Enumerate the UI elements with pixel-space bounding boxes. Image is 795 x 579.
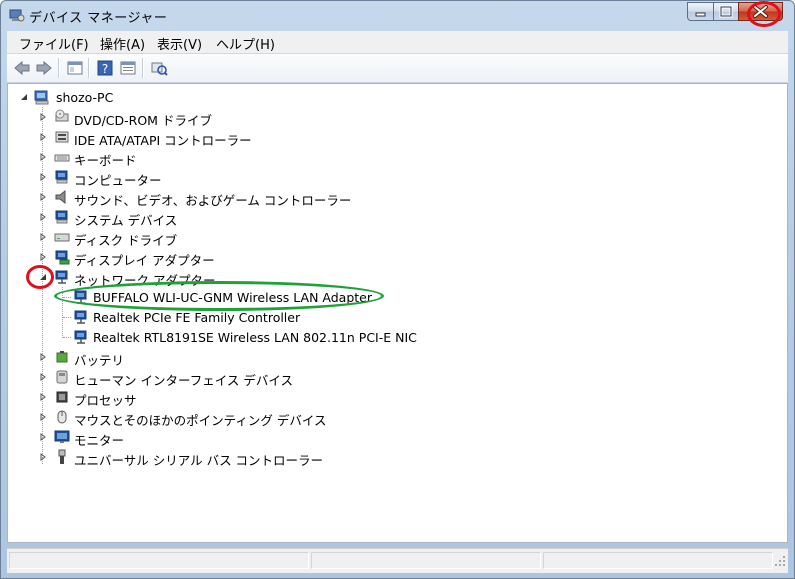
maximize-button[interactable]: [713, 2, 739, 21]
tree-category-system[interactable]: システム デバイス: [16, 207, 416, 228]
tree-category-ide[interactable]: IDE ATA/ATAPI コントローラー: [16, 127, 416, 148]
tree-category-disk[interactable]: ディスク ドライブ: [16, 227, 416, 248]
tree-category-label: ユニバーサル シリアル バス コントローラー: [74, 453, 324, 468]
disk-drive-icon: [54, 233, 70, 242]
menu-file[interactable]: ファイル(F): [19, 34, 89, 53]
battery-icon: [56, 351, 68, 363]
expand-arrow-icon[interactable]: [39, 153, 47, 161]
status-cell: [543, 552, 773, 569]
expand-arrow-icon[interactable]: [39, 113, 47, 121]
network-adapter-icon: [74, 330, 87, 344]
computer-icon: [34, 90, 49, 105]
tree-root[interactable]: shozo-PC: [16, 87, 216, 107]
toolbar: ?: [7, 54, 788, 83]
network-adapter-icon: [74, 310, 87, 324]
svg-text:?: ?: [102, 62, 108, 76]
expand-arrow-annotation-circle: [26, 265, 54, 289]
menu-view[interactable]: 表示(V): [157, 34, 202, 53]
maximize-icon: [719, 5, 733, 18]
toolbar-separator: [58, 58, 60, 78]
toolbar-separator: [88, 58, 90, 78]
title-bar[interactable]: デバイス マネージャー: [1, 1, 794, 31]
menu-help[interactable]: ヘルプ(H): [216, 34, 275, 53]
tree-category-mouse[interactable]: マウスとそのほかのポインティング デバイス: [16, 407, 416, 428]
expand-arrow-icon[interactable]: [39, 373, 47, 381]
ide-controller-icon: [55, 131, 69, 143]
expand-arrow-icon[interactable]: [39, 193, 47, 201]
toolbar-separator: [142, 58, 144, 78]
dvd-drive-icon: [55, 109, 69, 122]
console-tree-icon[interactable]: [66, 59, 84, 77]
buffalo-adapter-annotation-ellipse: [54, 281, 384, 311]
usb-icon: [58, 449, 66, 464]
tree-category-keyboard[interactable]: キーボード: [16, 147, 416, 168]
network-adapter-icon: [55, 270, 68, 284]
keyboard-icon: [54, 154, 70, 162]
menu-bar: ファイル(F) 操作(A) 表示(V) ヘルプ(H): [7, 31, 788, 54]
minimize-icon: [695, 12, 706, 17]
help-icon[interactable]: ?: [96, 59, 114, 77]
forward-icon[interactable]: [35, 59, 53, 77]
expand-arrow-icon[interactable]: [39, 233, 47, 241]
expand-arrow-icon[interactable]: [39, 453, 47, 461]
device-manager-window: デバイス マネージャー ファイル(F) 操作(A) 表示(V) ヘルプ(H) ?…: [0, 0, 795, 579]
tree-category-processor[interactable]: プロセッサ: [16, 387, 416, 408]
expand-arrow-icon[interactable]: [39, 173, 47, 181]
expand-arrow-icon[interactable]: [39, 213, 47, 221]
device-tree[interactable]: shozo-PC DVD/CD-ROM ドライブ IDE ATA/ATAPI コ…: [7, 83, 788, 543]
mouse-icon: [57, 410, 67, 424]
resize-grip-icon[interactable]: [774, 555, 786, 567]
speaker-icon: [55, 189, 66, 205]
tree-category-display[interactable]: ディスプレイ アダプター: [16, 247, 416, 268]
device-manager-icon: [9, 9, 25, 22]
minimize-button[interactable]: [687, 2, 714, 21]
network-device-label: Realtek RTL8191SE Wireless LAN 802.11n P…: [93, 330, 417, 345]
hid-icon: [56, 370, 68, 384]
expand-arrow-icon[interactable]: [39, 353, 47, 361]
close-annotation-circle: [747, 1, 781, 27]
network-device-realtek-wlan[interactable]: Realtek RTL8191SE Wireless LAN 802.11n P…: [16, 327, 436, 347]
monitor-icon: [54, 430, 70, 443]
expand-arrow-icon[interactable]: [39, 393, 47, 401]
back-icon[interactable]: [13, 59, 31, 77]
properties-icon[interactable]: [119, 59, 137, 77]
status-cell: [311, 552, 541, 569]
expand-arrow-icon[interactable]: [39, 433, 47, 441]
tree-root-label: shozo-PC: [56, 90, 114, 105]
tree-category-computer[interactable]: コンピューター: [16, 167, 416, 188]
tree-category-hid[interactable]: ヒューマン インターフェイス デバイス: [16, 367, 416, 388]
tree-category-sound[interactable]: サウンド、ビデオ、およびゲーム コントローラー: [16, 187, 416, 208]
processor-icon: [56, 391, 68, 403]
window-title: デバイス マネージャー: [29, 11, 168, 26]
expand-arrow-icon[interactable]: [39, 253, 47, 261]
network-device-label: Realtek PCIe FE Family Controller: [93, 310, 301, 325]
tree-category-dvd[interactable]: DVD/CD-ROM ドライブ: [16, 107, 416, 128]
system-device-icon: [55, 210, 68, 224]
status-bar: [7, 548, 788, 573]
menu-action[interactable]: 操作(A): [100, 34, 145, 53]
tree-category-usb[interactable]: ユニバーサル シリアル バス コントローラー: [16, 447, 416, 468]
expand-arrow-icon[interactable]: [39, 133, 47, 141]
computer-icon: [55, 170, 68, 184]
collapse-arrow-icon[interactable]: [20, 93, 28, 101]
expand-arrow-icon[interactable]: [39, 413, 47, 421]
display-adapter-icon: [55, 250, 70, 265]
scan-hardware-icon[interactable]: [150, 59, 168, 77]
tree-category-monitor[interactable]: モニター: [16, 427, 416, 448]
tree-category-battery[interactable]: バッテリ: [16, 347, 416, 368]
status-cell: [9, 552, 309, 569]
